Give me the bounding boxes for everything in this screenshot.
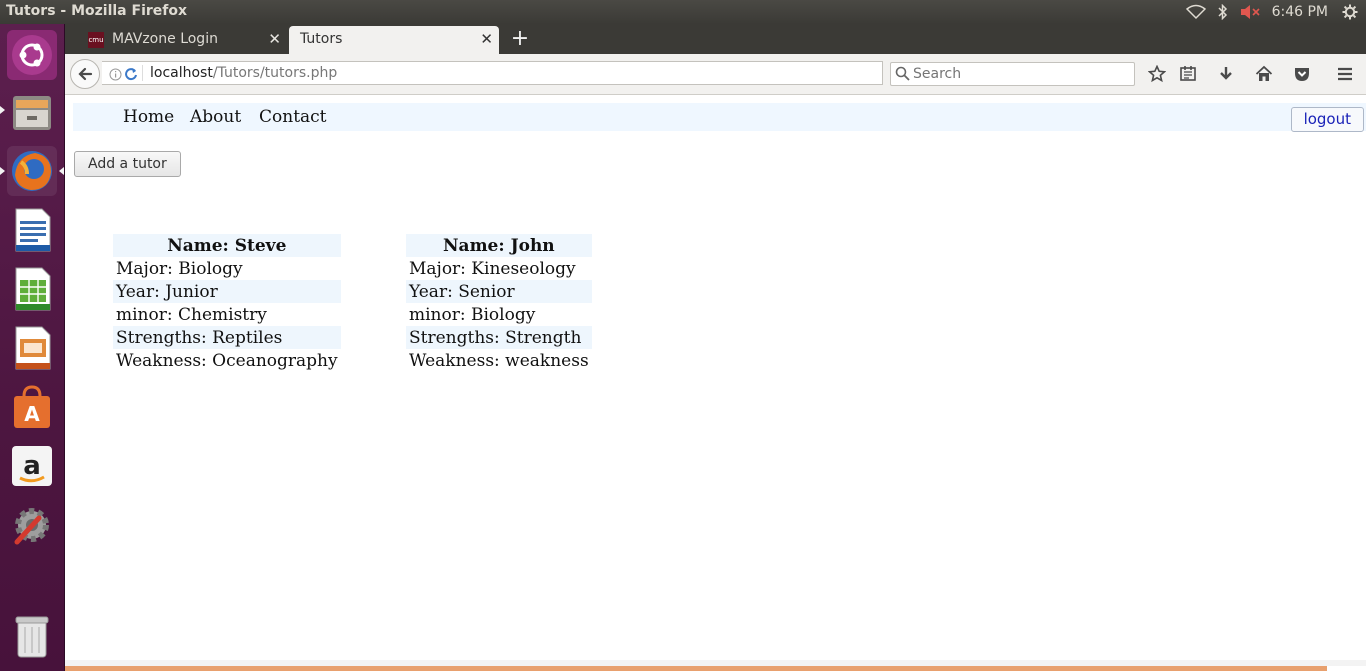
tab-label: MAVzone Login bbox=[112, 31, 218, 47]
pocket-icon[interactable] bbox=[1291, 63, 1313, 85]
tutor-weakness: Weakness: Oceanography bbox=[113, 349, 341, 372]
nav-contact-link[interactable]: Contact bbox=[259, 107, 327, 127]
firefox-icon[interactable] bbox=[7, 146, 57, 196]
libreoffice-writer-icon[interactable] bbox=[7, 205, 57, 255]
ubuntu-dash-icon[interactable] bbox=[7, 30, 57, 80]
nav-home-link[interactable]: Home bbox=[123, 107, 174, 127]
svg-text:a: a bbox=[23, 451, 41, 481]
system-tray: 6:46 PM bbox=[1185, 0, 1366, 24]
tab-tutors[interactable]: Tutors ✕ bbox=[289, 26, 499, 54]
wifi-icon[interactable] bbox=[1185, 4, 1206, 20]
page-bottom-accent bbox=[65, 666, 1327, 671]
tutor-year: Year: Junior bbox=[113, 280, 341, 303]
bookmark-star-icon[interactable] bbox=[1146, 63, 1168, 85]
logout-button[interactable]: logout bbox=[1290, 107, 1364, 132]
reload-indicator-icon bbox=[124, 66, 138, 85]
svg-text:A: A bbox=[24, 402, 40, 426]
site-navbar: Home About Contact bbox=[73, 103, 1366, 131]
trash-icon[interactable] bbox=[7, 611, 57, 661]
tab-strip: cmu MAVzone Login ✕ Tutors ✕ + bbox=[65, 24, 1366, 54]
tutor-name: Name: John bbox=[406, 234, 592, 257]
top-panel: Tutors - Mozilla Firefox 6:46 PM bbox=[0, 0, 1366, 24]
tutor-card-john: Name: John Major: Kineseology Year: Seni… bbox=[406, 234, 592, 372]
search-bar[interactable] bbox=[890, 62, 1135, 86]
nav-about-link[interactable]: About bbox=[190, 107, 241, 127]
page-content: Home About Contact logout Add a tutor Na… bbox=[65, 95, 1366, 671]
url-path: /Tutors/tutors.php bbox=[212, 65, 338, 81]
system-settings-icon[interactable] bbox=[7, 500, 57, 550]
add-tutor-button[interactable]: Add a tutor bbox=[74, 151, 181, 177]
files-icon[interactable] bbox=[7, 88, 57, 138]
window-title: Tutors - Mozilla Firefox bbox=[6, 3, 188, 19]
tutor-card-steve: Name: Steve Major: Biology Year: Junior … bbox=[113, 234, 341, 372]
tutor-minor: minor: Chemistry bbox=[113, 303, 341, 326]
back-arrow-icon bbox=[78, 67, 93, 81]
back-button[interactable] bbox=[70, 59, 100, 89]
url-bar[interactable]: localhost/Tutors/tutors.php bbox=[102, 61, 911, 85]
volume-muted-icon[interactable] bbox=[1240, 4, 1260, 20]
downloads-icon[interactable] bbox=[1215, 63, 1237, 85]
close-tab-icon[interactable]: ✕ bbox=[480, 31, 493, 47]
menu-icon[interactable] bbox=[1334, 63, 1356, 85]
libreoffice-calc-icon[interactable] bbox=[7, 264, 57, 314]
tab-mavzone-login[interactable]: cmu MAVzone Login ✕ bbox=[82, 26, 287, 54]
tutor-year: Year: Senior bbox=[406, 280, 592, 303]
tutor-major: Major: Kineseology bbox=[406, 257, 592, 280]
nav-toolbar: localhost/Tutors/tutors.php bbox=[65, 54, 1366, 95]
bluetooth-icon[interactable] bbox=[1218, 4, 1228, 20]
clock[interactable]: 6:46 PM bbox=[1272, 4, 1328, 20]
url-text[interactable]: localhost/Tutors/tutors.php bbox=[150, 65, 337, 81]
url-host: localhost bbox=[150, 65, 213, 81]
search-input[interactable] bbox=[913, 65, 1123, 83]
new-tab-button[interactable]: + bbox=[508, 27, 532, 51]
settings-gear-icon[interactable] bbox=[1342, 4, 1358, 20]
tutor-weakness: Weakness: weakness bbox=[406, 349, 592, 372]
home-icon[interactable] bbox=[1253, 63, 1275, 85]
tab-label: Tutors bbox=[300, 31, 343, 47]
tutor-strengths: Strengths: Reptiles bbox=[113, 326, 341, 349]
close-tab-icon[interactable]: ✕ bbox=[268, 31, 281, 47]
tutor-major: Major: Biology bbox=[113, 257, 341, 280]
amazon-icon[interactable]: a bbox=[7, 441, 57, 491]
tutor-minor: minor: Biology bbox=[406, 303, 592, 326]
tutor-strengths: Strengths: Strength bbox=[406, 326, 592, 349]
site-info-icon[interactable] bbox=[109, 66, 122, 85]
search-icon bbox=[895, 66, 910, 85]
ubuntu-software-icon[interactable]: A bbox=[7, 382, 57, 432]
tutor-name: Name: Steve bbox=[113, 234, 341, 257]
launcher: A a bbox=[0, 24, 65, 671]
libreoffice-impress-icon[interactable] bbox=[7, 323, 57, 373]
reading-list-icon[interactable] bbox=[1177, 63, 1199, 85]
cmu-favicon-icon: cmu bbox=[88, 32, 104, 48]
